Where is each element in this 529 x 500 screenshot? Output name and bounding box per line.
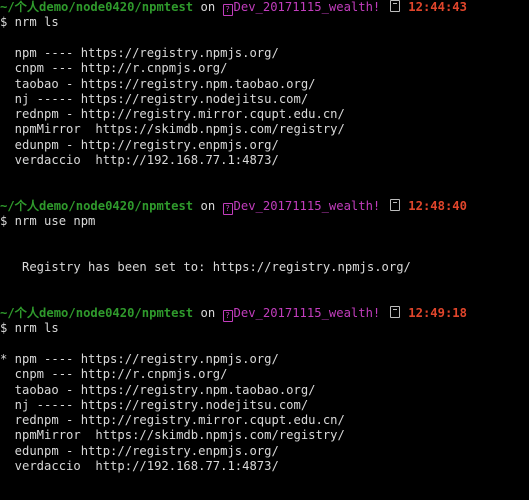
output-line: taobao - https://registry.npm.taobao.org… — [0, 383, 316, 397]
output-line: verdaccio http://192.168.77.1:4873/ — [0, 459, 279, 473]
output-line: cnpm --- http://r.cnpmjs.org/ — [0, 61, 228, 75]
prompt-path: ~/个人demo/node0420/npmtest — [0, 0, 194, 14]
output-line: verdaccio http://192.168.77.1:4873/ — [0, 153, 279, 167]
prompt-on: on — [200, 0, 216, 14]
prompt-line: ~/个人demo/node0420/npmtest on ? Dev_201711… — [0, 305, 467, 322]
output-line: nj ----- https://registry.nodejitsu.com/ — [0, 92, 309, 106]
command-line: $ nrm ls — [0, 321, 59, 335]
prompt-on: on — [200, 306, 216, 320]
git-status-icon: ? — [222, 203, 233, 215]
command-line: $ nrm use npm — [0, 214, 96, 228]
output-line: npmMirror https://skimdb.npmjs.com/regis… — [0, 122, 345, 136]
output-line: npmMirror https://skimdb.npmjs.com/regis… — [0, 428, 345, 442]
clock-icon — [390, 0, 401, 12]
output-line: rednpm - http://registry.mirror.cqupt.ed… — [0, 413, 345, 427]
output-line: taobao - https://registry.npm.taobao.org… — [0, 77, 316, 91]
output-line: rednpm - http://registry.mirror.cqupt.ed… — [0, 107, 345, 121]
clock-icon — [390, 199, 401, 211]
command-line: $ nrm ls — [0, 15, 59, 29]
prompt-line: ~/个人demo/node0420/npmtest on ? Dev_201711… — [0, 0, 467, 16]
prompt-line: ~/个人demo/node0420/npmtest on ? Dev_201711… — [0, 198, 467, 215]
prompt-on: on — [200, 199, 216, 213]
git-status-icon: ? — [222, 4, 233, 16]
prompt-branch: Dev_20171115_wealth! — [233, 306, 381, 320]
prompt-branch: Dev_20171115_wealth! — [233, 0, 381, 14]
output-line: nj ----- https://registry.nodejitsu.com/ — [0, 398, 309, 412]
output-line: edunpm - http://registry.enpmjs.org/ — [0, 444, 279, 458]
prompt-branch: Dev_20171115_wealth! — [233, 199, 381, 213]
prompt-time: 12:44:43 — [408, 0, 467, 14]
terminal-window[interactable]: ~/个人demo/node0420/npmtest on ? Dev_201711… — [0, 0, 529, 500]
prompt-path: ~/个人demo/node0420/npmtest — [0, 199, 194, 213]
output-line: edunpm - http://registry.enpmjs.org/ — [0, 138, 279, 152]
prompt-time: 12:48:40 — [408, 199, 467, 213]
prompt-path: ~/个人demo/node0420/npmtest — [0, 306, 194, 320]
clock-icon — [390, 306, 401, 318]
output-line: Registry has been set to: https://regist… — [0, 260, 411, 274]
output-line-active: * npm ---- https://registry.npmjs.org/ — [0, 352, 279, 366]
output-line: npm ---- https://registry.npmjs.org/ — [0, 46, 279, 60]
output-line: cnpm --- http://r.cnpmjs.org/ — [0, 367, 228, 381]
prompt-time: 12:49:18 — [408, 306, 467, 320]
git-status-icon: ? — [222, 310, 233, 322]
